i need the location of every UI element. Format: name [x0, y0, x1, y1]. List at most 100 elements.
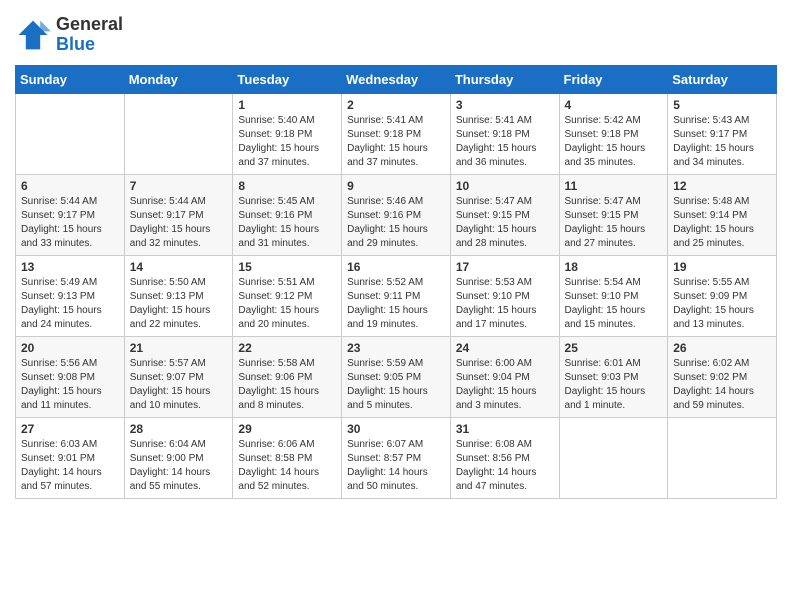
day-detail: Sunrise: 6:07 AM Sunset: 8:57 PM Dayligh… [347, 438, 445, 494]
calendar-day-cell [668, 417, 777, 498]
calendar-day-cell: 8 Sunrise: 5:45 AM Sunset: 9:16 PM Daylig… [233, 174, 342, 255]
calendar-day-cell: 5 Sunrise: 5:43 AM Sunset: 9:17 PM Daylig… [668, 93, 777, 174]
logo-text: General Blue [56, 15, 123, 55]
day-number: 2 [347, 98, 445, 112]
day-detail: Sunrise: 5:55 AM Sunset: 9:09 PM Dayligh… [673, 276, 771, 332]
day-number: 16 [347, 260, 445, 274]
day-number: 29 [238, 422, 336, 436]
day-detail: Sunrise: 5:50 AM Sunset: 9:13 PM Dayligh… [130, 276, 228, 332]
day-detail: Sunrise: 5:59 AM Sunset: 9:05 PM Dayligh… [347, 357, 445, 413]
calendar-day-cell: 30 Sunrise: 6:07 AM Sunset: 8:57 PM Dayli… [342, 417, 451, 498]
page-header: General Blue [15, 15, 777, 55]
calendar-day-cell [124, 93, 233, 174]
day-detail: Sunrise: 6:00 AM Sunset: 9:04 PM Dayligh… [456, 357, 554, 413]
weekday-header-row: SundayMondayTuesdayWednesdayThursdayFrid… [16, 65, 777, 93]
day-number: 14 [130, 260, 228, 274]
calendar-day-cell: 1Sunrise: 5:40 AM Sunset: 9:18 PM Daylig… [233, 93, 342, 174]
calendar-day-cell: 24 Sunrise: 6:00 AM Sunset: 9:04 PM Dayli… [450, 336, 559, 417]
day-number: 30 [347, 422, 445, 436]
calendar-day-cell: 23Sunrise: 5:59 AM Sunset: 9:05 PM Dayli… [342, 336, 451, 417]
day-detail: Sunrise: 5:48 AM Sunset: 9:14 PM Dayligh… [673, 195, 771, 251]
day-number: 26 [673, 341, 771, 355]
day-number: 24 [456, 341, 554, 355]
day-detail: Sunrise: 5:56 AM Sunset: 9:08 PM Dayligh… [21, 357, 119, 413]
weekday-header-cell: Thursday [450, 65, 559, 93]
weekday-header-cell: Sunday [16, 65, 125, 93]
day-number: 5 [673, 98, 771, 112]
day-detail: Sunrise: 6:08 AM Sunset: 8:56 PM Dayligh… [456, 438, 554, 494]
day-detail: Sunrise: 5:47 AM Sunset: 9:15 PM Dayligh… [456, 195, 554, 251]
day-number: 3 [456, 98, 554, 112]
calendar-day-cell: 7 Sunrise: 5:44 AM Sunset: 9:17 PM Daylig… [124, 174, 233, 255]
day-number: 17 [456, 260, 554, 274]
day-detail: Sunrise: 5:43 AM Sunset: 9:17 PM Dayligh… [673, 114, 771, 170]
calendar-day-cell [16, 93, 125, 174]
day-number: 25 [565, 341, 663, 355]
calendar-day-cell: 27 Sunrise: 6:03 AM Sunset: 9:01 PM Dayli… [16, 417, 125, 498]
calendar-day-cell: 22 Sunrise: 5:58 AM Sunset: 9:06 PM Dayli… [233, 336, 342, 417]
calendar-day-cell: 4 Sunrise: 5:42 AM Sunset: 9:18 PM Daylig… [559, 93, 668, 174]
calendar-day-cell: 10 Sunrise: 5:47 AM Sunset: 9:15 PM Dayli… [450, 174, 559, 255]
day-number: 27 [21, 422, 119, 436]
weekday-header-cell: Monday [124, 65, 233, 93]
calendar-day-cell: 21Sunrise: 5:57 AM Sunset: 9:07 PM Dayli… [124, 336, 233, 417]
day-detail: Sunrise: 6:04 AM Sunset: 9:00 PM Dayligh… [130, 438, 228, 494]
day-number: 20 [21, 341, 119, 355]
calendar-day-cell: 29 Sunrise: 6:06 AM Sunset: 8:58 PM Dayli… [233, 417, 342, 498]
day-detail: Sunrise: 5:41 AM Sunset: 9:18 PM Dayligh… [456, 114, 554, 170]
day-number: 12 [673, 179, 771, 193]
calendar-day-cell: 19 Sunrise: 5:55 AM Sunset: 9:09 PM Dayli… [668, 255, 777, 336]
day-detail: Sunrise: 5:42 AM Sunset: 9:18 PM Dayligh… [565, 114, 663, 170]
calendar-day-cell: 26Sunrise: 6:02 AM Sunset: 9:02 PM Dayli… [668, 336, 777, 417]
day-number: 9 [347, 179, 445, 193]
day-number: 1 [238, 98, 336, 112]
calendar-day-cell: 16Sunrise: 5:52 AM Sunset: 9:11 PM Dayli… [342, 255, 451, 336]
day-detail: Sunrise: 5:51 AM Sunset: 9:12 PM Dayligh… [238, 276, 336, 332]
day-number: 11 [565, 179, 663, 193]
calendar-week-row: 13Sunrise: 5:49 AM Sunset: 9:13 PM Dayli… [16, 255, 777, 336]
day-detail: Sunrise: 5:45 AM Sunset: 9:16 PM Dayligh… [238, 195, 336, 251]
day-detail: Sunrise: 5:58 AM Sunset: 9:06 PM Dayligh… [238, 357, 336, 413]
day-number: 8 [238, 179, 336, 193]
day-detail: Sunrise: 5:47 AM Sunset: 9:15 PM Dayligh… [565, 195, 663, 251]
calendar-body: 1Sunrise: 5:40 AM Sunset: 9:18 PM Daylig… [16, 93, 777, 498]
weekday-header-cell: Saturday [668, 65, 777, 93]
day-number: 6 [21, 179, 119, 193]
logo-icon [15, 17, 51, 53]
calendar-day-cell: 31 Sunrise: 6:08 AM Sunset: 8:56 PM Dayli… [450, 417, 559, 498]
day-number: 10 [456, 179, 554, 193]
day-detail: Sunrise: 5:41 AM Sunset: 9:18 PM Dayligh… [347, 114, 445, 170]
calendar-week-row: 20 Sunrise: 5:56 AM Sunset: 9:08 PM Dayli… [16, 336, 777, 417]
calendar-day-cell: 15Sunrise: 5:51 AM Sunset: 9:12 PM Dayli… [233, 255, 342, 336]
day-detail: Sunrise: 5:57 AM Sunset: 9:07 PM Dayligh… [130, 357, 228, 413]
day-detail: Sunrise: 5:44 AM Sunset: 9:17 PM Dayligh… [130, 195, 228, 251]
day-detail: Sunrise: 5:44 AM Sunset: 9:17 PM Dayligh… [21, 195, 119, 251]
day-number: 7 [130, 179, 228, 193]
day-detail: Sunrise: 6:06 AM Sunset: 8:58 PM Dayligh… [238, 438, 336, 494]
day-number: 18 [565, 260, 663, 274]
calendar-week-row: 1Sunrise: 5:40 AM Sunset: 9:18 PM Daylig… [16, 93, 777, 174]
calendar-day-cell: 20 Sunrise: 5:56 AM Sunset: 9:08 PM Dayli… [16, 336, 125, 417]
calendar-day-cell: 11 Sunrise: 5:47 AM Sunset: 9:15 PM Dayli… [559, 174, 668, 255]
calendar-week-row: 27 Sunrise: 6:03 AM Sunset: 9:01 PM Dayli… [16, 417, 777, 498]
calendar-day-cell [559, 417, 668, 498]
day-detail: Sunrise: 5:46 AM Sunset: 9:16 PM Dayligh… [347, 195, 445, 251]
weekday-header-cell: Wednesday [342, 65, 451, 93]
day-number: 4 [565, 98, 663, 112]
day-number: 31 [456, 422, 554, 436]
calendar-table: SundayMondayTuesdayWednesdayThursdayFrid… [15, 65, 777, 499]
calendar-day-cell: 6 Sunrise: 5:44 AM Sunset: 9:17 PM Daylig… [16, 174, 125, 255]
calendar-day-cell: 17 Sunrise: 5:53 AM Sunset: 9:10 PM Dayli… [450, 255, 559, 336]
day-detail: Sunrise: 6:03 AM Sunset: 9:01 PM Dayligh… [21, 438, 119, 494]
calendar-day-cell: 14 Sunrise: 5:50 AM Sunset: 9:13 PM Dayli… [124, 255, 233, 336]
calendar-day-cell: 3 Sunrise: 5:41 AM Sunset: 9:18 PM Daylig… [450, 93, 559, 174]
weekday-header-cell: Friday [559, 65, 668, 93]
day-number: 19 [673, 260, 771, 274]
calendar-day-cell: 28 Sunrise: 6:04 AM Sunset: 9:00 PM Dayli… [124, 417, 233, 498]
day-number: 28 [130, 422, 228, 436]
day-number: 22 [238, 341, 336, 355]
calendar-day-cell: 25 Sunrise: 6:01 AM Sunset: 9:03 PM Dayli… [559, 336, 668, 417]
calendar-day-cell: 18Sunrise: 5:54 AM Sunset: 9:10 PM Dayli… [559, 255, 668, 336]
day-detail: Sunrise: 6:01 AM Sunset: 9:03 PM Dayligh… [565, 357, 663, 413]
day-detail: Sunrise: 5:53 AM Sunset: 9:10 PM Dayligh… [456, 276, 554, 332]
